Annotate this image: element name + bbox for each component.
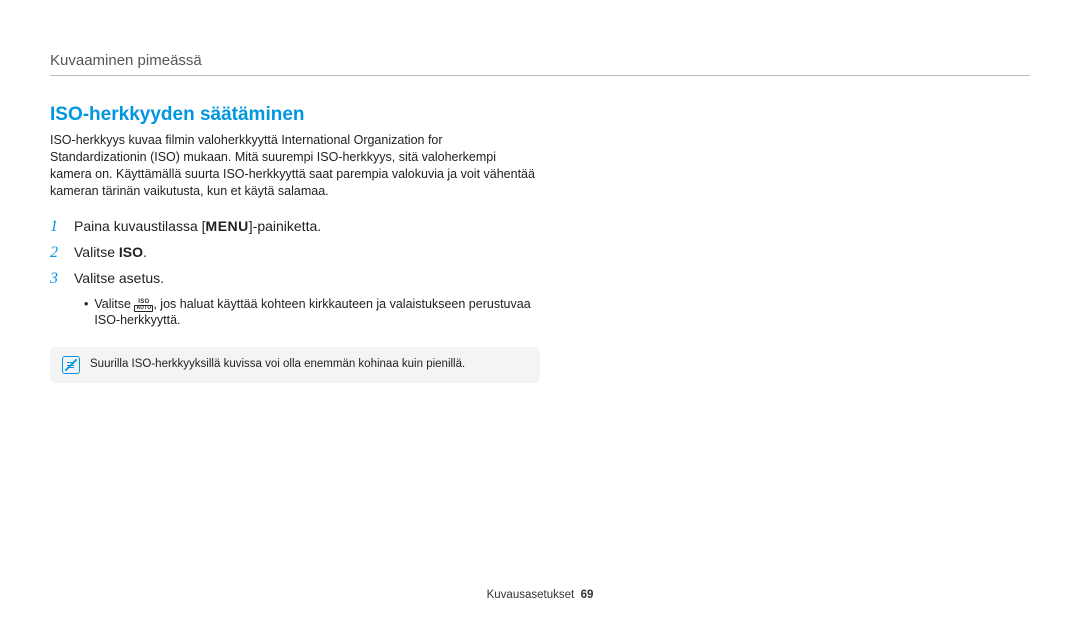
intro-paragraph: ISO-herkkyys kuvaa filmin valoherkkyyttä… — [50, 132, 540, 200]
step-text: Valitse asetus. — [74, 270, 164, 286]
step-bold: ISO — [119, 244, 143, 260]
step-suffix: ]-painiketta. — [249, 218, 321, 234]
footer-section: Kuvausasetukset — [487, 589, 575, 601]
note-icon — [62, 356, 80, 374]
step-suffix: . — [143, 244, 147, 260]
step-1: 1 Paina kuvaustilassa [MENU]-painiketta. — [50, 218, 540, 236]
bullet-text: Valitse ISOAUTO, jos haluat käyttää koht… — [94, 296, 540, 330]
sub-bullets: • Valitse ISOAUTO, jos haluat käyttää ko… — [50, 296, 540, 330]
divider — [50, 75, 1030, 76]
iso-icon-bottom: AUTO — [134, 305, 153, 312]
bullet-prefix: Valitse — [94, 297, 134, 311]
step-2: 2 Valitse ISO. — [50, 244, 540, 262]
note-text: Suurilla ISO-herkkyyksillä kuvissa voi o… — [90, 356, 465, 370]
step-number: 2 — [50, 244, 64, 262]
step-list: 1 Paina kuvaustilassa [MENU]-painiketta.… — [50, 218, 540, 288]
step-prefix: Paina kuvaustilassa [ — [74, 218, 206, 234]
main-content: ISO-herkkyyden säätäminen ISO-herkkyys k… — [50, 104, 540, 383]
page: Kuvaaminen pimeässä ISO-herkkyyden säätä… — [0, 0, 1080, 630]
menu-button-label: MENU — [206, 218, 249, 234]
step-prefix: Valitse — [74, 244, 119, 260]
breadcrumb: Kuvaaminen pimeässä — [50, 52, 1030, 69]
bullet-dot: • — [84, 296, 88, 330]
iso-auto-icon: ISOAUTO — [134, 299, 153, 312]
bullet-suffix: , jos haluat käyttää kohteen kirkkauteen… — [94, 297, 530, 328]
section-heading: ISO-herkkyyden säätäminen — [50, 104, 540, 126]
step-text: Paina kuvaustilassa [MENU]-painiketta. — [74, 218, 321, 234]
bullet-row: • Valitse ISOAUTO, jos haluat käyttää ko… — [84, 296, 540, 330]
step-number: 3 — [50, 270, 64, 288]
step-3: 3 Valitse asetus. — [50, 270, 540, 288]
page-footer: Kuvausasetukset 69 — [0, 589, 1080, 601]
note-box: Suurilla ISO-herkkyyksillä kuvissa voi o… — [50, 347, 540, 383]
step-number: 1 — [50, 218, 64, 236]
step-text: Valitse ISO. — [74, 244, 147, 260]
footer-page-number: 69 — [581, 589, 594, 601]
